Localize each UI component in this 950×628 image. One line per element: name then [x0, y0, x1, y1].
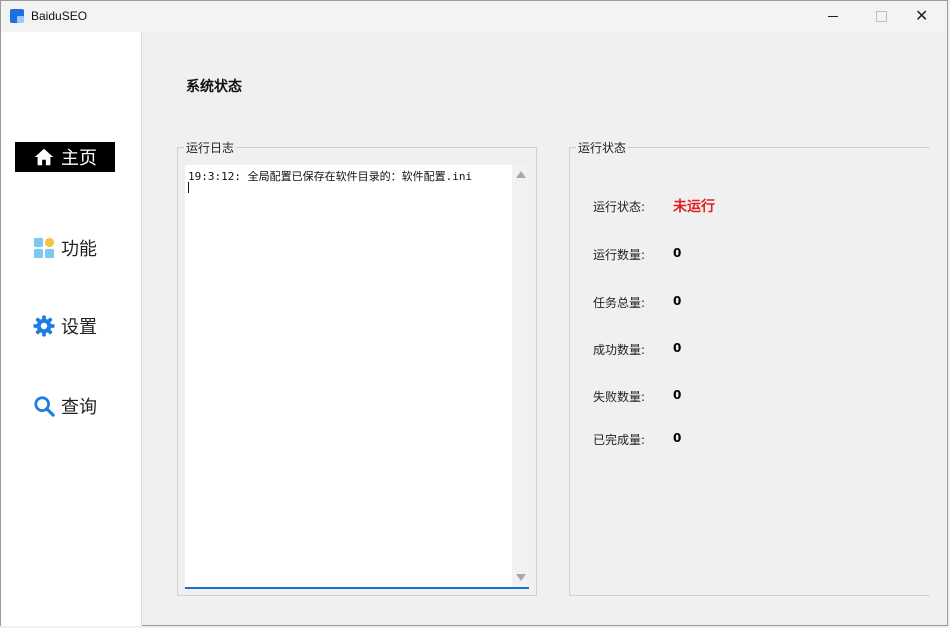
window-title: BaiduSEO — [31, 9, 88, 23]
scroll-down-icon[interactable] — [516, 574, 526, 581]
title-bar[interactable]: BaiduSEO ✕ — [1, 1, 947, 32]
sidebar-item-functions[interactable]: 功能 — [15, 233, 115, 263]
gear-icon — [33, 315, 55, 337]
main-panel: 系统状态 运行日志 19:3:12: 全局配置已保存在软件目录的：软件配置.in… — [143, 32, 947, 625]
minimize-button[interactable] — [809, 1, 855, 32]
app-window: BaiduSEO ✕ 主页 功能 设置 查询 系统状态 运行日志 19:3:12… — [0, 0, 948, 626]
status-value: 0 — [673, 341, 682, 355]
sidebar: 主页 功能 设置 查询 — [1, 32, 142, 626]
status-group-title: 运行状态 — [576, 139, 629, 156]
sidebar-item-label: 查询 — [61, 397, 97, 418]
log-textarea[interactable]: 19:3:12: 全局配置已保存在软件目录的：软件配置.ini — [185, 165, 529, 589]
status-value: 0 — [673, 431, 682, 445]
page-title: 系统状态 — [186, 79, 242, 95]
status-value: 0 — [673, 388, 682, 402]
sidebar-item-label: 功能 — [61, 239, 97, 260]
sidebar-item-query[interactable]: 查询 — [15, 391, 115, 421]
status-label: 已完成量: — [593, 433, 646, 447]
log-scrollbar[interactable] — [512, 165, 529, 587]
home-icon — [34, 148, 54, 166]
status-label: 运行数量: — [593, 248, 646, 262]
status-label: 成功数量: — [593, 343, 646, 357]
status-value: 0 — [673, 246, 682, 260]
close-button[interactable]: ✕ — [897, 1, 943, 32]
sidebar-item-settings[interactable]: 设置 — [15, 311, 115, 341]
sidebar-item-label: 主页 — [61, 148, 97, 169]
sidebar-item-label: 设置 — [61, 317, 97, 338]
status-label: 运行状态: — [593, 200, 646, 214]
apps-grid-icon — [33, 237, 55, 259]
status-label: 任务总量: — [593, 296, 646, 310]
status-value: 0 — [673, 294, 682, 308]
app-logo-icon — [10, 9, 24, 23]
status-label: 失败数量: — [593, 390, 646, 404]
text-caret — [188, 182, 189, 193]
close-icon: ✕ — [915, 6, 929, 25]
log-line: 19:3:12: 全局配置已保存在软件目录的：软件配置.ini — [188, 170, 473, 183]
status-value: 未运行 — [673, 199, 715, 215]
scroll-up-icon[interactable] — [516, 171, 526, 178]
sidebar-item-home[interactable]: 主页 — [15, 142, 115, 172]
search-icon — [34, 396, 55, 417]
log-group-title: 运行日志 — [184, 139, 237, 156]
